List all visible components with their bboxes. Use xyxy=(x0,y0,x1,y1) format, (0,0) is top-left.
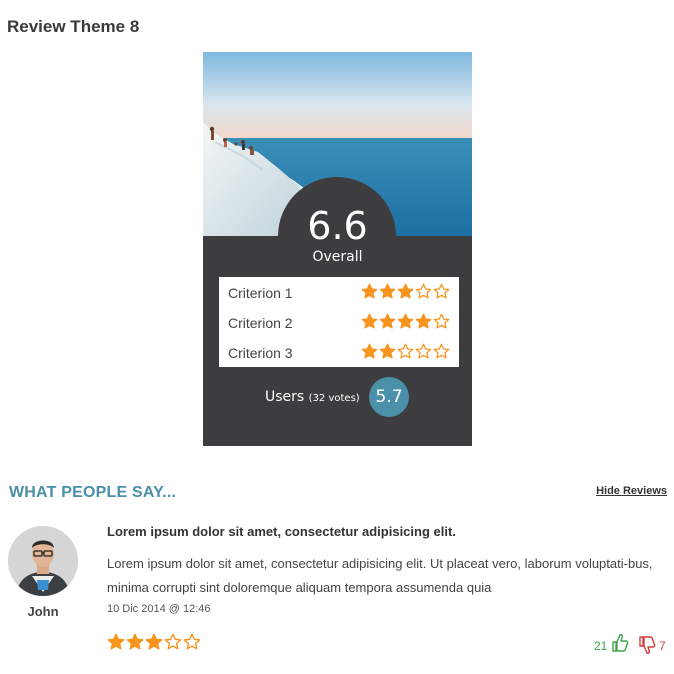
criterion-stars xyxy=(360,283,450,300)
avatar xyxy=(8,526,78,596)
page-title: Review Theme 8 xyxy=(7,17,140,36)
star-filled-icon xyxy=(126,633,144,650)
criteria-list: Criterion 1 Criterion 2 Criterion 3 xyxy=(219,277,459,367)
users-votes: (32 votes) xyxy=(308,393,360,404)
users-score: 5.7 xyxy=(369,377,409,417)
review-date: 10 Dic 2014 @ 12:46 xyxy=(107,603,211,615)
criterion-row: Criterion 2 xyxy=(219,307,459,337)
overall-score: 6.6 xyxy=(307,204,368,248)
star-empty-icon xyxy=(433,343,450,359)
criterion-label: Criterion 3 xyxy=(228,345,293,361)
thumbs-up-icon xyxy=(612,633,629,652)
review-stars xyxy=(106,633,201,651)
star-empty-icon xyxy=(415,283,432,299)
users-rating-label: Users (32 votes) xyxy=(265,389,360,405)
star-filled-icon xyxy=(361,313,378,329)
overall-label: Overall xyxy=(312,249,363,265)
criterion-label: Criterion 2 xyxy=(228,315,293,331)
criterion-stars xyxy=(360,313,450,330)
star-filled-icon xyxy=(397,313,414,329)
star-filled-icon xyxy=(361,343,378,359)
review-author: John xyxy=(27,604,59,619)
criterion-row: Criterion 1 xyxy=(219,277,459,307)
review-body: Lorem ipsum dolor sit amet, consectetur … xyxy=(107,556,653,595)
hide-reviews-link[interactable]: Hide Reviews xyxy=(596,485,667,497)
star-empty-icon xyxy=(433,313,450,329)
thumbs-down-icon xyxy=(639,636,656,655)
star-filled-icon xyxy=(379,283,396,299)
star-filled-icon xyxy=(379,313,396,329)
star-filled-icon xyxy=(145,633,163,650)
criterion-stars xyxy=(360,343,450,360)
star-empty-icon xyxy=(433,283,450,299)
star-filled-icon xyxy=(361,283,378,299)
criterion-label: Criterion 1 xyxy=(228,285,293,301)
criterion-row: Criterion 3 xyxy=(219,337,459,367)
dislike-count: 7 xyxy=(659,639,666,653)
section-title: WHAT PEOPLE SAY... xyxy=(9,484,177,501)
star-empty-icon xyxy=(415,343,432,359)
like-count: 21 xyxy=(594,639,608,653)
review-heading: Lorem ipsum dolor sit amet, consectetur … xyxy=(107,524,456,539)
star-filled-icon xyxy=(415,313,432,329)
star-empty-icon xyxy=(164,633,182,650)
star-filled-icon xyxy=(107,633,125,650)
star-empty-icon xyxy=(183,633,201,650)
users-label: Users xyxy=(265,389,305,405)
star-filled-icon xyxy=(397,283,414,299)
review-box: 6.6 Overall Criterion 1 Criterion 2 Crit… xyxy=(203,52,472,446)
star-filled-icon xyxy=(379,343,396,359)
star-empty-icon xyxy=(397,343,414,359)
